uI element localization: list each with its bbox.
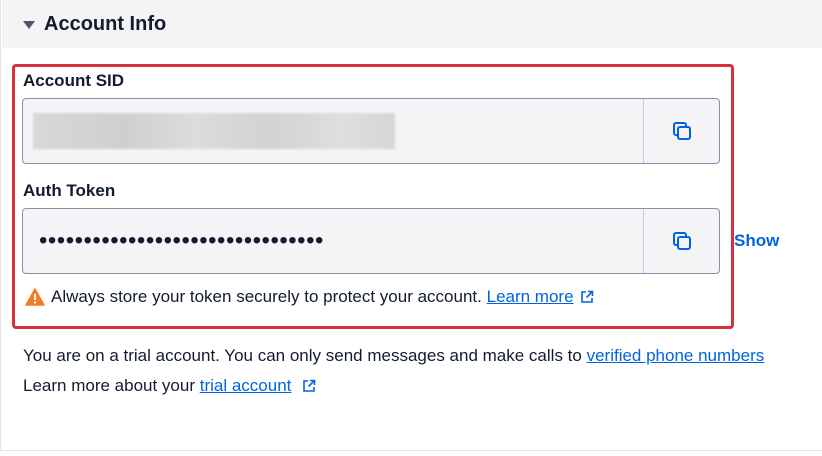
external-link-icon[interactable] <box>302 379 316 393</box>
trial-learn-more-text: Learn more about your <box>23 376 200 395</box>
show-token-button[interactable]: Show <box>734 231 779 251</box>
warning-icon <box>25 288 45 306</box>
copy-icon <box>672 232 691 250</box>
trial-learn-more-line: Learn more about your trial account <box>23 376 316 396</box>
auth-token-label: Auth Token <box>23 181 116 200</box>
warning-text: Always store your token securely to prot… <box>51 287 482 306</box>
account-info-header[interactable]: Account Info <box>2 0 822 48</box>
external-link-icon[interactable] <box>580 290 594 304</box>
account-sid-blurred-value <box>33 113 395 149</box>
trial-notice-text: You are on a trial account. You can only… <box>23 346 587 365</box>
trial-notice-line: You are on a trial account. You can only… <box>23 346 764 366</box>
token-warning: Always store your token securely to prot… <box>25 285 594 309</box>
account-sid-field[interactable] <box>22 98 720 164</box>
copy-auth-token-button[interactable] <box>643 209 719 273</box>
copy-icon <box>672 122 691 140</box>
caret-down-icon[interactable] <box>23 21 35 29</box>
section-title: Account Info <box>44 12 167 35</box>
copy-account-sid-button[interactable] <box>643 99 719 163</box>
account-sid-label: Account SID <box>23 71 125 90</box>
auth-token-masked-value: •••••••••••••••••••••••••••••••• <box>39 227 324 254</box>
verified-phone-numbers-link[interactable]: verified phone numbers <box>587 346 765 365</box>
auth-token-field[interactable]: •••••••••••••••••••••••••••••••• <box>22 208 720 274</box>
learn-more-link[interactable]: Learn more <box>487 287 574 307</box>
trial-account-link[interactable]: trial account <box>200 376 292 395</box>
account-info-panel: Account Info Account SID Auth Token ••••… <box>0 0 822 451</box>
